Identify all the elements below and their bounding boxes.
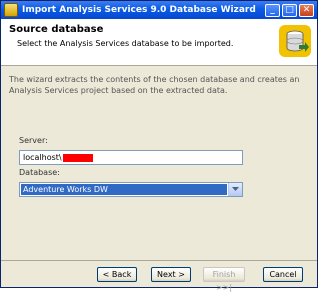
database-import-icon	[279, 25, 311, 57]
close-button[interactable]: ✕	[299, 3, 314, 17]
maximize-button[interactable]: □	[282, 3, 297, 17]
page-subtitle: Select the Analysis Services database to…	[17, 39, 234, 48]
chevron-down-icon	[232, 187, 239, 191]
server-label: Server:	[19, 136, 48, 145]
minimize-button[interactable]: _	[265, 3, 280, 17]
title-bar[interactable]: Import Analysis Services 9.0 Database Wi…	[1, 1, 317, 19]
database-select-value: Adventure Works DW	[21, 184, 227, 195]
app-icon	[4, 3, 18, 17]
finish-button[interactable]: Finish >>|	[203, 267, 245, 292]
back-button[interactable]: < Back	[97, 267, 137, 282]
wizard-header: Source database Select the Analysis Serv…	[1, 19, 317, 66]
wizard-content: The wizard extracts the contents of the …	[1, 66, 317, 262]
page-title: Source database	[9, 24, 104, 35]
window-title: Import Analysis Services 9.0 Database Wi…	[22, 5, 256, 15]
cancel-button[interactable]: Cancel	[263, 267, 303, 282]
description-text: The wizard extracts the contents of the …	[9, 75, 300, 95]
database-label: Database:	[19, 168, 60, 177]
server-input[interactable]: localhost\	[19, 150, 243, 165]
wizard-window: Import Analysis Services 9.0 Database Wi…	[0, 0, 318, 292]
next-button[interactable]: Next >	[151, 267, 191, 282]
database-select[interactable]: Adventure Works DW	[19, 182, 243, 197]
dropdown-arrow-icon[interactable]	[228, 183, 242, 196]
wizard-footer: < Back Next > Finish >>| Cancel	[1, 260, 317, 292]
server-input-value: localhost\	[23, 153, 62, 162]
redaction-mark	[62, 153, 93, 162]
